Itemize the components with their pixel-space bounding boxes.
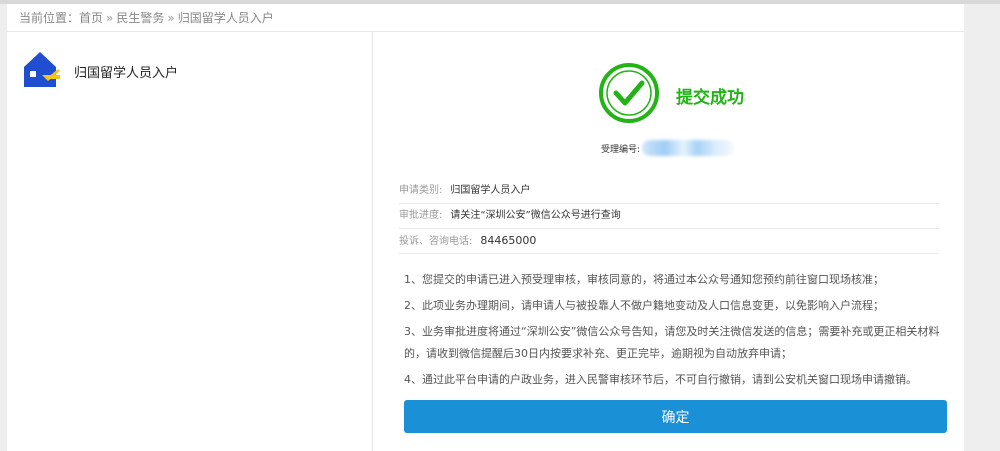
info-row-progress: 审批进度: 请关注“深圳公安”微信公众号进行查询 xyxy=(399,204,939,229)
info-row-category: 申请类别: 归国留学人员入户 xyxy=(399,179,939,204)
breadcrumb-current: 归国留学人员入户 xyxy=(177,11,274,25)
info-row-phone: 投诉、咨询电话: 84465000 xyxy=(399,229,939,254)
breadcrumb: 当前位置：首页» 民生警务» 归国留学人员入户 xyxy=(7,4,964,32)
breadcrumb-prefix: 当前位置： xyxy=(19,11,80,25)
note-item: 4、通过此平台申请的户政业务，进入民警审核环节后，不可自行撤销，请到公安机关窗口… xyxy=(404,373,917,386)
page-container: 当前位置：首页» 民生警务» 归国留学人员入户 归国留学人员入户 提交成功 受理… xyxy=(7,4,964,451)
confirm-button[interactable]: 确定 xyxy=(404,400,947,433)
service-label: 归国留学人员入户 xyxy=(74,65,179,81)
progress-label: 审批进度: xyxy=(399,210,443,221)
house-blue-icon xyxy=(22,49,62,93)
check-circle-icon xyxy=(598,62,660,128)
note-item: 1、您提交的申请已进入预受理审核，审核同意的，将通过本公众号通知您预约前往窗口现… xyxy=(404,273,884,286)
accept-number-redacted xyxy=(642,140,735,156)
phone-label: 投诉、咨询电话: xyxy=(399,236,473,247)
accept-number-label: 受理编号: xyxy=(601,144,641,155)
breadcrumb-police-link[interactable]: 民生警务 xyxy=(116,11,164,25)
category-label: 申请类别: xyxy=(399,185,443,196)
progress-value: 请关注“深圳公安”微信公众号进行查询 xyxy=(450,210,621,221)
right-panel: 提交成功 受理编号: 申请类别: 归国留学人员入户 审批进度: 请关注“深圳公安”微… xyxy=(374,32,964,451)
breadcrumb-separator: » xyxy=(167,11,175,25)
category-value: 归国留学人员入户 xyxy=(450,185,531,196)
note-item: 3、业务审批进度将通过“深圳公安”微信公众号告知，请您及时关注微信发送的信息；需… xyxy=(404,325,940,360)
left-panel: 归国留学人员入户 xyxy=(7,32,373,451)
success-header: 提交成功 xyxy=(598,62,744,128)
phone-value: 84465000 xyxy=(480,234,537,247)
info-table: 申请类别: 归国留学人员入户 审批进度: 请关注“深圳公安”微信公众号进行查询 投诉… xyxy=(399,179,939,254)
notes-list: 1、您提交的申请已进入预受理审核，审核同意的，将通过本公众号通知您预约前往窗口现… xyxy=(404,269,944,395)
breadcrumb-separator: » xyxy=(106,11,114,25)
service-item[interactable]: 归国留学人员入户 xyxy=(22,49,178,93)
success-title: 提交成功 xyxy=(676,87,744,108)
note-item: 2、此项业务办理期间，请申请人与被投靠人不做户籍地变动及人口信息变更，以免影响入… xyxy=(404,299,884,312)
breadcrumb-home-link[interactable]: 首页 xyxy=(79,11,103,25)
accept-number-row: 受理编号: xyxy=(601,140,735,156)
